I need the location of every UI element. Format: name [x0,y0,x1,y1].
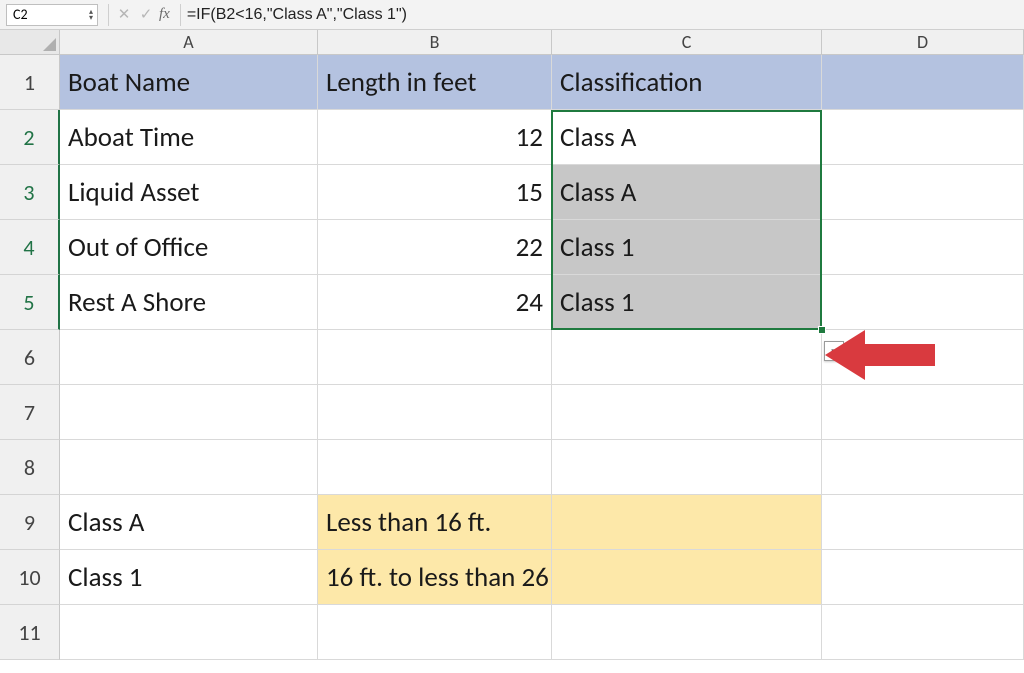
cell-d1[interactable] [822,55,1024,110]
cell-a7[interactable] [60,385,318,440]
cell-d9[interactable] [822,495,1024,550]
cell-a11[interactable] [60,605,318,660]
cell-reference: C2 [13,6,28,23]
table-row: Out of Office 22 Class 1 [60,220,1024,275]
row-header-8[interactable]: 8 [0,440,60,495]
column-header-d[interactable]: D [822,30,1024,55]
row-header-9[interactable]: 9 [0,495,60,550]
cell-c9[interactable] [552,495,822,550]
cell-c1[interactable]: Classification [552,55,822,110]
table-row: Liquid Asset 15 Class A [60,165,1024,220]
row-header-5[interactable]: 5 [0,275,60,330]
fx-icon[interactable]: fx [157,6,176,23]
cell-a2[interactable]: Aboat Time [60,110,318,165]
divider [180,4,181,26]
autofill-options-icon: ▾ [831,345,837,358]
table-row [60,440,1024,495]
cell-a1[interactable]: Boat Name [60,55,318,110]
cell-b7[interactable] [318,385,552,440]
cell-d7[interactable] [822,385,1024,440]
cell-b9[interactable]: Less than 16 ft. [318,495,552,550]
cell-d2[interactable] [822,110,1024,165]
divider [108,4,109,26]
cancel-formula-button[interactable]: ✕ [113,4,135,26]
cell-a5[interactable]: Rest A Shore [60,275,318,330]
cell-a4[interactable]: Out of Office [60,220,318,275]
cell-b4[interactable]: 22 [318,220,552,275]
cell-b3[interactable]: 15 [318,165,552,220]
cell-c10[interactable] [552,550,822,605]
check-icon: ✓ [140,5,153,24]
cell-c2[interactable]: Class A [552,110,822,165]
row-header-3[interactable]: 3 [0,165,60,220]
cell-a10[interactable]: Class 1 [60,550,318,605]
name-box[interactable]: C2 ▴ ▾ [6,4,98,26]
cell-a8[interactable] [60,440,318,495]
column-headers: A B C D [0,30,1024,55]
cell-c5[interactable]: Class 1 [552,275,822,330]
cell-d11[interactable] [822,605,1024,660]
cell-b2[interactable]: 12 [318,110,552,165]
cell-c8[interactable] [552,440,822,495]
cell-b10[interactable]: 16 ft. to less than 26 ft. [318,550,552,605]
table-row [60,385,1024,440]
table-row: Class 1 16 ft. to less than 26 ft. [60,550,1024,605]
spinner-down-icon[interactable]: ▾ [89,15,93,21]
name-box-spinner[interactable]: ▴ ▾ [89,9,93,21]
column-header-c[interactable]: C [552,30,822,55]
table-row: Class A Less than 16 ft. [60,495,1024,550]
column-header-a[interactable]: A [60,30,318,55]
cell-d6[interactable] [822,330,1024,385]
row-header-10[interactable]: 10 [0,550,60,605]
column-header-b[interactable]: B [318,30,552,55]
row-header-1[interactable]: 1 [0,55,60,110]
cell-b11[interactable] [318,605,552,660]
cell-a3[interactable]: Liquid Asset [60,165,318,220]
cell-a9[interactable]: Class A [60,495,318,550]
formula-input[interactable] [185,4,1024,26]
accept-formula-button[interactable]: ✓ [135,4,157,26]
cell-d3[interactable] [822,165,1024,220]
cell-b5[interactable]: 24 [318,275,552,330]
cell-d4[interactable] [822,220,1024,275]
row-headers: 1 2 3 4 5 6 7 8 9 10 11 [0,55,60,660]
cell-d8[interactable] [822,440,1024,495]
row-header-4[interactable]: 4 [0,220,60,275]
x-icon: ✕ [118,5,131,24]
cell-b1[interactable]: Length in feet [318,55,552,110]
cell-d10[interactable] [822,550,1024,605]
cell-d5[interactable] [822,275,1024,330]
cell-c11[interactable] [552,605,822,660]
table-row [60,605,1024,660]
row-header-2[interactable]: 2 [0,110,60,165]
cell-c4[interactable]: Class 1 [552,220,822,275]
cell-c6[interactable] [552,330,822,385]
spreadsheet-grid[interactable]: A B C D 1 2 3 4 5 6 7 8 9 10 11 Boat Nam… [0,30,1024,673]
table-row: Boat Name Length in feet Classification [60,55,1024,110]
cell-b6[interactable] [318,330,552,385]
cell-c3[interactable]: Class A [552,165,822,220]
fill-handle[interactable] [818,326,826,334]
formula-bar: C2 ▴ ▾ ✕ ✓ fx [0,0,1024,30]
autofill-options-button[interactable]: ▾ [824,341,844,361]
cell-c7[interactable] [552,385,822,440]
select-all-corner[interactable] [0,30,60,55]
cells-area: Boat Name Length in feet Classification … [60,55,1024,673]
row-header-7[interactable]: 7 [0,385,60,440]
row-header-11[interactable]: 11 [0,605,60,660]
table-row: Rest A Shore 24 Class 1 [60,275,1024,330]
table-row [60,330,1024,385]
row-header-6[interactable]: 6 [0,330,60,385]
table-row: Aboat Time 12 Class A [60,110,1024,165]
cell-b8[interactable] [318,440,552,495]
cell-a6[interactable] [60,330,318,385]
